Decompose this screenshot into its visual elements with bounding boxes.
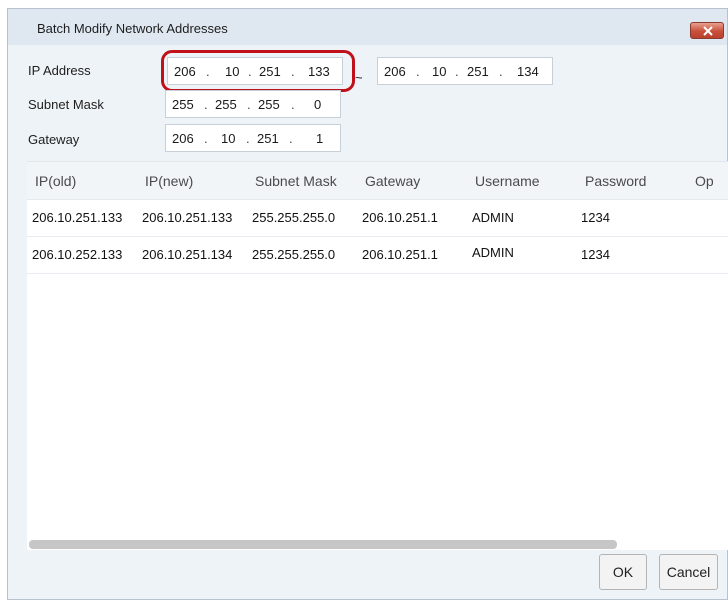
ok-button[interactable]: OK — [599, 554, 647, 590]
column-header-operation[interactable]: Op — [695, 173, 714, 189]
gateway-octet-4[interactable]: 1 — [316, 131, 323, 146]
title-bar: Batch Modify Network Addresses — [8, 9, 727, 45]
gateway-dot-2: . — [246, 131, 250, 146]
ip-address-label: IP Address — [28, 63, 91, 78]
cell-gateway: 206.10.251.1 — [362, 247, 438, 262]
gateway-octet-1[interactable]: 206 — [172, 131, 194, 146]
ip-start-highlight — [161, 50, 355, 92]
table-header: IP(old) IP(new) Subnet Mask Gateway User… — [27, 162, 728, 200]
column-header-password[interactable]: Password — [585, 173, 646, 189]
cell-ip-new: 206.10.251.133 — [142, 210, 233, 225]
cell-ip-old: 206.10.251.133 — [32, 210, 123, 225]
cell-ip-old: 206.10.252.133 — [32, 247, 123, 262]
cell-password: 1234 — [581, 247, 610, 262]
subnet-mask-field[interactable]: 255 . 255 . 255 . 0 — [165, 90, 341, 118]
column-header-gateway[interactable]: Gateway — [365, 173, 420, 189]
ip-end-dot-1: . — [416, 64, 420, 79]
ip-end-octet-1[interactable]: 206 — [384, 64, 406, 79]
table-row[interactable]: 206.10.251.133 206.10.251.133 255.255.25… — [27, 200, 728, 237]
gateway-octet-2[interactable]: 10 — [221, 131, 235, 146]
batch-modify-dialog: Batch Modify Network Addresses IP Addres… — [7, 8, 728, 600]
ip-end-dot-3: . — [499, 64, 503, 79]
column-header-subnet-mask[interactable]: Subnet Mask — [255, 173, 337, 189]
cell-ip-new: 206.10.251.134 — [142, 247, 233, 262]
column-header-username[interactable]: Username — [475, 173, 540, 189]
cell-username: ADMIN — [472, 245, 514, 260]
address-table: IP(old) IP(new) Subnet Mask Gateway User… — [27, 161, 728, 550]
column-header-ip-old[interactable]: IP(old) — [35, 173, 76, 189]
subnet-octet-3[interactable]: 255 — [258, 97, 280, 112]
cell-gateway: 206.10.251.1 — [362, 210, 438, 225]
subnet-octet-1[interactable]: 255 — [172, 97, 194, 112]
ip-end-octet-4[interactable]: 134 — [517, 64, 539, 79]
cell-username: ADMIN — [472, 210, 514, 225]
close-icon — [703, 26, 713, 36]
cancel-button[interactable]: Cancel — [659, 554, 718, 590]
gateway-dot-3: . — [289, 131, 293, 146]
range-separator: ~ — [355, 70, 363, 85]
cell-subnet-mask: 255.255.255.0 — [252, 247, 336, 262]
column-header-ip-new[interactable]: IP(new) — [145, 173, 193, 189]
horizontal-scrollbar[interactable] — [29, 540, 617, 549]
gateway-dot-1: . — [204, 131, 208, 146]
ip-end-octet-3[interactable]: 251 — [467, 64, 489, 79]
cell-subnet-mask: 255.255.255.0 — [252, 210, 336, 225]
subnet-dot-3: . — [291, 97, 295, 112]
close-button[interactable] — [690, 22, 724, 39]
subnet-mask-label: Subnet Mask — [28, 97, 104, 112]
gateway-label: Gateway — [28, 132, 80, 147]
subnet-octet-4[interactable]: 0 — [314, 97, 321, 112]
subnet-octet-2[interactable]: 255 — [215, 97, 237, 112]
ip-end-octet-2[interactable]: 10 — [432, 64, 446, 79]
ip-end-field[interactable]: 206 . 10 . 251 . 134 — [377, 57, 553, 85]
ip-end-dot-2: . — [455, 64, 459, 79]
gateway-field[interactable]: 206 . 10 . 251 . 1 — [165, 124, 341, 152]
table-row[interactable]: 206.10.252.133 206.10.251.134 255.255.25… — [27, 237, 728, 274]
cell-password: 1234 — [581, 210, 610, 225]
subnet-dot-2: . — [247, 97, 251, 112]
subnet-dot-1: . — [204, 97, 208, 112]
dialog-title: Batch Modify Network Addresses — [37, 21, 228, 36]
gateway-octet-3[interactable]: 251 — [257, 131, 279, 146]
